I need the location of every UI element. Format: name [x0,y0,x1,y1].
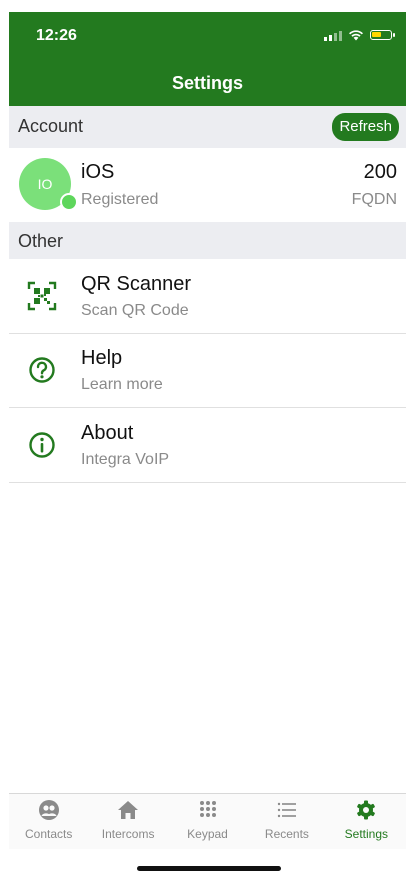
account-extension: 200 [363,161,397,183]
presence-status-icon [60,193,78,211]
battery-icon [370,30,395,40]
section-label: Other [18,231,64,251]
status-time: 12:26 [36,27,77,44]
account-status: Registered [81,191,159,208]
contacts-icon [38,800,59,820]
account-name: iOS [81,161,115,183]
section-header-account: Account Refresh [9,106,406,148]
menu-item-subtitle: Integra VoIP [81,451,170,468]
home-indicator[interactable] [137,866,281,871]
tab-label: Settings [344,827,388,841]
home-icon [118,801,139,819]
menu-item-title: Help [81,347,123,369]
menu-item-about[interactable]: About Integra VoIP [9,408,406,483]
tab-contacts[interactable]: Contacts [9,794,88,849]
menu-item-title: QR Scanner [81,273,192,295]
page-title: Settings [171,73,243,93]
settings-screen: 12:26 Settings Account Refresh IO iOS Re… [0,0,406,875]
help-icon [29,357,55,383]
tab-settings[interactable]: Settings [327,794,406,849]
menu-item-qr-scanner[interactable]: QR Scanner Scan QR Code [9,259,406,334]
account-row[interactable]: IO iOS Registered 200 FQDN [9,148,406,223]
menu-item-subtitle: Learn more [81,376,163,393]
account-type: FQDN [351,191,397,208]
wifi-icon [349,30,363,41]
tab-keypad[interactable]: Keypad [168,794,247,849]
app-header: 12:26 Settings [9,12,406,106]
gear-icon [357,800,376,820]
tab-label: Recents [264,827,309,841]
keypad-icon [199,801,216,817]
refresh-button[interactable]: Refresh [332,113,399,141]
tab-label: Keypad [187,827,228,841]
info-icon [29,432,55,458]
tab-bar: Contacts Intercoms Keypad Recents Settin… [9,793,406,849]
menu-item-subtitle: Scan QR Code [81,302,189,319]
menu-item-title: About [81,422,134,444]
qr-code-icon [27,281,57,311]
section-label: Account [18,116,84,136]
tab-label: Contacts [25,827,73,841]
list-icon [277,802,296,818]
signal-icon [324,30,342,41]
section-header-other: Other [9,222,406,259]
tab-label: Intercoms [101,827,155,841]
tab-recents[interactable]: Recents [247,794,326,849]
tab-intercoms[interactable]: Intercoms [88,794,167,849]
menu-item-help[interactable]: Help Learn more [9,333,406,408]
status-icons [324,29,395,41]
